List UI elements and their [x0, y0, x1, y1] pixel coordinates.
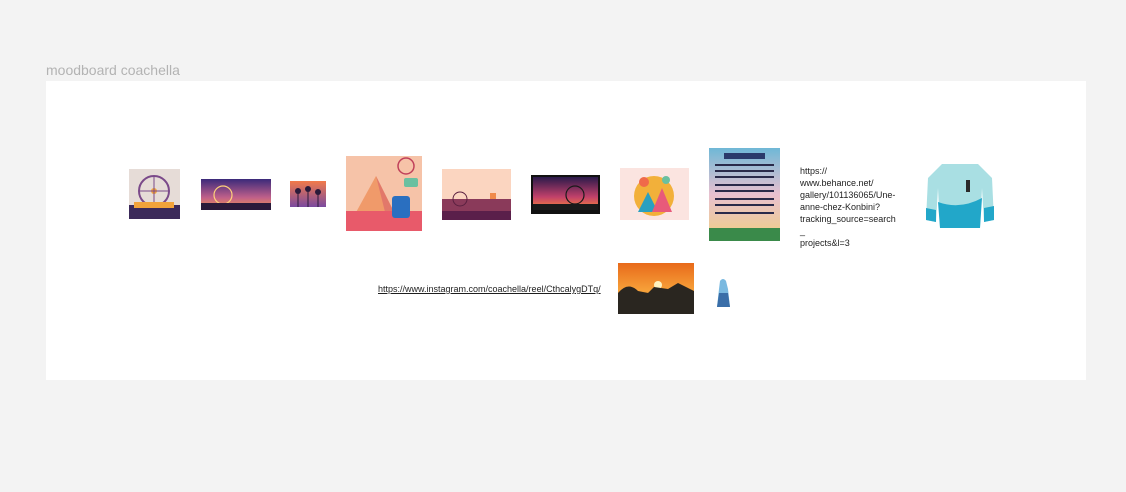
palm-trees-sunset-image[interactable] [290, 181, 326, 207]
ferris-wheel-illustration-image[interactable] [129, 169, 180, 219]
behance-link-line: tracking_source=search_ [800, 214, 896, 236]
coachella-lineup-poster-image[interactable] [709, 148, 780, 241]
behance-link-text[interactable]: https:// www.behance.net/ gallery/101136… [800, 165, 900, 249]
coachella-poster-art-image[interactable] [346, 156, 422, 231]
behance-link-line: www.behance.net/ [800, 178, 874, 188]
behance-link-line: gallery/101136065/Une- [800, 190, 896, 200]
desert-sunset-image[interactable] [618, 263, 694, 314]
blue-figure-image[interactable] [714, 277, 733, 308]
peach-sunset-landscape-image[interactable] [442, 169, 511, 220]
behance-link-line: https:// [800, 166, 828, 176]
night-ferris-wheel-image[interactable] [531, 175, 600, 214]
instagram-link[interactable]: https://www.instagram.com/coachella/reel… [378, 284, 601, 294]
frame-title[interactable]: moodboard coachella [46, 62, 180, 78]
tie-dye-sweatshirt-image[interactable] [922, 158, 998, 234]
behance-link-line: anne-chez-Konbini? [800, 202, 881, 212]
moodboard-frame[interactable]: https:// www.behance.net/ gallery/101136… [46, 81, 1086, 380]
behance-link-line: projects&l=3 [800, 238, 850, 248]
sunset-ferris-wheel-banner-image[interactable] [201, 179, 271, 210]
festival-globe-illustration-image[interactable] [620, 168, 689, 220]
